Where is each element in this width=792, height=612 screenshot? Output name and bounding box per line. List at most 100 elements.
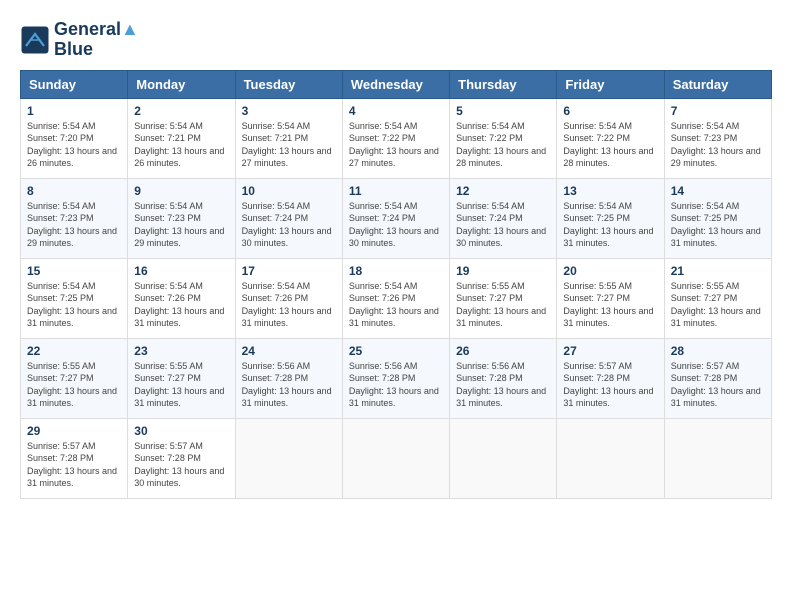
calendar-cell: 24 Sunrise: 5:56 AM Sunset: 7:28 PM Dayl…: [235, 338, 342, 418]
calendar-cell: [664, 418, 771, 498]
calendar-week-3: 15 Sunrise: 5:54 AM Sunset: 7:25 PM Dayl…: [21, 258, 772, 338]
day-info: Sunrise: 5:55 AM Sunset: 7:27 PM Dayligh…: [563, 280, 657, 330]
calendar-cell: 12 Sunrise: 5:54 AM Sunset: 7:24 PM Dayl…: [450, 178, 557, 258]
day-info: Sunrise: 5:54 AM Sunset: 7:23 PM Dayligh…: [671, 120, 765, 170]
day-number: 10: [242, 184, 336, 198]
calendar-cell: 3 Sunrise: 5:54 AM Sunset: 7:21 PM Dayli…: [235, 98, 342, 178]
day-number: 29: [27, 424, 121, 438]
day-number: 23: [134, 344, 228, 358]
calendar-cell: 19 Sunrise: 5:55 AM Sunset: 7:27 PM Dayl…: [450, 258, 557, 338]
calendar-header-wednesday: Wednesday: [342, 70, 449, 98]
calendar-table: SundayMondayTuesdayWednesdayThursdayFrid…: [20, 70, 772, 499]
day-number: 7: [671, 104, 765, 118]
day-number: 17: [242, 264, 336, 278]
calendar-cell: 9 Sunrise: 5:54 AM Sunset: 7:23 PM Dayli…: [128, 178, 235, 258]
day-number: 1: [27, 104, 121, 118]
day-info: Sunrise: 5:54 AM Sunset: 7:25 PM Dayligh…: [563, 200, 657, 250]
calendar-cell: 1 Sunrise: 5:54 AM Sunset: 7:20 PM Dayli…: [21, 98, 128, 178]
day-info: Sunrise: 5:54 AM Sunset: 7:24 PM Dayligh…: [242, 200, 336, 250]
day-info: Sunrise: 5:54 AM Sunset: 7:26 PM Dayligh…: [134, 280, 228, 330]
day-number: 25: [349, 344, 443, 358]
day-number: 12: [456, 184, 550, 198]
calendar-cell: 28 Sunrise: 5:57 AM Sunset: 7:28 PM Dayl…: [664, 338, 771, 418]
calendar-cell: 15 Sunrise: 5:54 AM Sunset: 7:25 PM Dayl…: [21, 258, 128, 338]
day-info: Sunrise: 5:57 AM Sunset: 7:28 PM Dayligh…: [563, 360, 657, 410]
day-info: Sunrise: 5:54 AM Sunset: 7:22 PM Dayligh…: [563, 120, 657, 170]
calendar-cell: 16 Sunrise: 5:54 AM Sunset: 7:26 PM Dayl…: [128, 258, 235, 338]
calendar-header-tuesday: Tuesday: [235, 70, 342, 98]
day-number: 5: [456, 104, 550, 118]
calendar-cell: 22 Sunrise: 5:55 AM Sunset: 7:27 PM Dayl…: [21, 338, 128, 418]
calendar-cell: 30 Sunrise: 5:57 AM Sunset: 7:28 PM Dayl…: [128, 418, 235, 498]
day-info: Sunrise: 5:54 AM Sunset: 7:25 PM Dayligh…: [27, 280, 121, 330]
calendar-cell: [450, 418, 557, 498]
day-number: 20: [563, 264, 657, 278]
day-number: 19: [456, 264, 550, 278]
calendar-cell: 5 Sunrise: 5:54 AM Sunset: 7:22 PM Dayli…: [450, 98, 557, 178]
calendar-cell: 6 Sunrise: 5:54 AM Sunset: 7:22 PM Dayli…: [557, 98, 664, 178]
calendar-cell: [235, 418, 342, 498]
day-info: Sunrise: 5:54 AM Sunset: 7:22 PM Dayligh…: [456, 120, 550, 170]
calendar-cell: 20 Sunrise: 5:55 AM Sunset: 7:27 PM Dayl…: [557, 258, 664, 338]
day-number: 26: [456, 344, 550, 358]
day-info: Sunrise: 5:54 AM Sunset: 7:26 PM Dayligh…: [349, 280, 443, 330]
day-number: 15: [27, 264, 121, 278]
calendar-header-row: SundayMondayTuesdayWednesdayThursdayFrid…: [21, 70, 772, 98]
day-number: 21: [671, 264, 765, 278]
day-info: Sunrise: 5:55 AM Sunset: 7:27 PM Dayligh…: [456, 280, 550, 330]
day-info: Sunrise: 5:56 AM Sunset: 7:28 PM Dayligh…: [456, 360, 550, 410]
calendar-cell: 10 Sunrise: 5:54 AM Sunset: 7:24 PM Dayl…: [235, 178, 342, 258]
day-info: Sunrise: 5:55 AM Sunset: 7:27 PM Dayligh…: [27, 360, 121, 410]
day-number: 13: [563, 184, 657, 198]
day-info: Sunrise: 5:54 AM Sunset: 7:26 PM Dayligh…: [242, 280, 336, 330]
day-info: Sunrise: 5:54 AM Sunset: 7:22 PM Dayligh…: [349, 120, 443, 170]
day-info: Sunrise: 5:54 AM Sunset: 7:23 PM Dayligh…: [134, 200, 228, 250]
day-info: Sunrise: 5:54 AM Sunset: 7:21 PM Dayligh…: [134, 120, 228, 170]
day-info: Sunrise: 5:57 AM Sunset: 7:28 PM Dayligh…: [671, 360, 765, 410]
day-info: Sunrise: 5:56 AM Sunset: 7:28 PM Dayligh…: [242, 360, 336, 410]
calendar-cell: [557, 418, 664, 498]
day-info: Sunrise: 5:54 AM Sunset: 7:25 PM Dayligh…: [671, 200, 765, 250]
day-info: Sunrise: 5:54 AM Sunset: 7:20 PM Dayligh…: [27, 120, 121, 170]
day-number: 3: [242, 104, 336, 118]
day-info: Sunrise: 5:54 AM Sunset: 7:24 PM Dayligh…: [456, 200, 550, 250]
day-info: Sunrise: 5:54 AM Sunset: 7:23 PM Dayligh…: [27, 200, 121, 250]
calendar-header-sunday: Sunday: [21, 70, 128, 98]
day-number: 27: [563, 344, 657, 358]
calendar-cell: 29 Sunrise: 5:57 AM Sunset: 7:28 PM Dayl…: [21, 418, 128, 498]
calendar-header-thursday: Thursday: [450, 70, 557, 98]
day-number: 24: [242, 344, 336, 358]
calendar-cell: 21 Sunrise: 5:55 AM Sunset: 7:27 PM Dayl…: [664, 258, 771, 338]
calendar-week-1: 1 Sunrise: 5:54 AM Sunset: 7:20 PM Dayli…: [21, 98, 772, 178]
day-number: 4: [349, 104, 443, 118]
calendar-cell: 2 Sunrise: 5:54 AM Sunset: 7:21 PM Dayli…: [128, 98, 235, 178]
calendar-cell: 4 Sunrise: 5:54 AM Sunset: 7:22 PM Dayli…: [342, 98, 449, 178]
day-number: 30: [134, 424, 228, 438]
calendar-body: 1 Sunrise: 5:54 AM Sunset: 7:20 PM Dayli…: [21, 98, 772, 498]
day-number: 11: [349, 184, 443, 198]
logo: General▲ Blue: [20, 20, 139, 60]
day-info: Sunrise: 5:57 AM Sunset: 7:28 PM Dayligh…: [134, 440, 228, 490]
calendar-header-monday: Monday: [128, 70, 235, 98]
calendar-cell: [342, 418, 449, 498]
calendar-cell: 25 Sunrise: 5:56 AM Sunset: 7:28 PM Dayl…: [342, 338, 449, 418]
day-number: 18: [349, 264, 443, 278]
calendar-cell: 23 Sunrise: 5:55 AM Sunset: 7:27 PM Dayl…: [128, 338, 235, 418]
logo-icon: [20, 25, 50, 55]
day-number: 8: [27, 184, 121, 198]
calendar-cell: 7 Sunrise: 5:54 AM Sunset: 7:23 PM Dayli…: [664, 98, 771, 178]
day-number: 6: [563, 104, 657, 118]
calendar-cell: 17 Sunrise: 5:54 AM Sunset: 7:26 PM Dayl…: [235, 258, 342, 338]
day-info: Sunrise: 5:54 AM Sunset: 7:21 PM Dayligh…: [242, 120, 336, 170]
calendar-week-4: 22 Sunrise: 5:55 AM Sunset: 7:27 PM Dayl…: [21, 338, 772, 418]
day-number: 28: [671, 344, 765, 358]
day-number: 22: [27, 344, 121, 358]
calendar-cell: 13 Sunrise: 5:54 AM Sunset: 7:25 PM Dayl…: [557, 178, 664, 258]
day-info: Sunrise: 5:55 AM Sunset: 7:27 PM Dayligh…: [134, 360, 228, 410]
calendar-cell: 27 Sunrise: 5:57 AM Sunset: 7:28 PM Dayl…: [557, 338, 664, 418]
day-info: Sunrise: 5:57 AM Sunset: 7:28 PM Dayligh…: [27, 440, 121, 490]
header: General▲ Blue: [20, 20, 772, 60]
logo-text: General▲ Blue: [54, 20, 139, 60]
day-number: 2: [134, 104, 228, 118]
calendar-week-2: 8 Sunrise: 5:54 AM Sunset: 7:23 PM Dayli…: [21, 178, 772, 258]
